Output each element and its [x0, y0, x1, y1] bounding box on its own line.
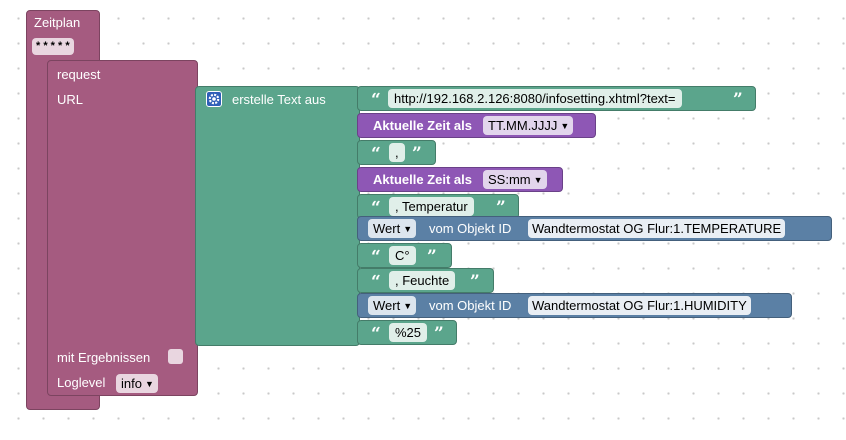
request-label: request [57, 67, 101, 82]
chevron-down-icon: ▼ [560, 121, 570, 131]
text-join-label: erstelle Text aus [232, 92, 326, 107]
open-quote-icon: “ [371, 90, 381, 110]
close-quote-icon: ” [427, 247, 437, 267]
object-humidity-value-dropdown[interactable]: Wert ▼ [368, 296, 417, 315]
results-checkbox[interactable] [168, 349, 183, 364]
time-date-label: Aktuelle Zeit als [373, 118, 472, 133]
schedule-cron-field[interactable]: * * * * * [32, 38, 74, 55]
chevron-down-icon: ▼ [533, 175, 543, 185]
chevron-down-icon: ▼ [403, 224, 413, 234]
object-temperature-label: vom Objekt ID [429, 221, 512, 236]
url-label: URL [57, 92, 84, 107]
open-quote-icon: “ [371, 198, 381, 218]
degree-text-field[interactable]: C° [389, 246, 416, 265]
results-label: mit Ergebnissen [57, 350, 151, 365]
object-temperature-value: Wert [373, 221, 401, 236]
chevron-down-icon: ▼ [144, 379, 154, 389]
close-quote-icon: ” [412, 144, 422, 164]
url-text-field[interactable]: http://192.168.2.126:8080/infosetting.xh… [388, 89, 682, 108]
open-quote-icon: “ [371, 272, 381, 292]
close-quote-icon: ” [470, 272, 480, 292]
time-clock-format-value: SS:mm [488, 172, 531, 187]
request-statement-gap [30, 398, 34, 402]
time-clock-label: Aktuelle Zeit als [373, 172, 472, 187]
loglevel-value: info [121, 376, 142, 391]
percent-text-field[interactable]: %25 [389, 323, 428, 342]
loglevel-dropdown[interactable]: info ▼ [116, 374, 158, 393]
open-quote-icon: “ [371, 144, 381, 164]
close-quote-icon: ” [733, 90, 743, 110]
open-quote-icon: “ [371, 324, 381, 344]
time-date-format-value: TT.MM.JJJJ [488, 118, 558, 133]
comma-text-field[interactable]: , [389, 143, 405, 162]
text-join-block[interactable] [195, 86, 360, 346]
object-temperature-id-field[interactable]: Wandtermostat OG Flur:1.TEMPERATURE [528, 219, 786, 238]
time-clock-format-dropdown[interactable]: SS:mm ▼ [483, 170, 547, 189]
gear-icon[interactable] [206, 91, 222, 107]
loglevel-label: Loglevel [57, 375, 106, 390]
object-humidity-value: Wert [373, 298, 401, 313]
object-humidity-id-field[interactable]: Wandtermostat OG Flur:1.HUMIDITY [528, 296, 751, 315]
request-block[interactable] [47, 60, 198, 396]
object-humidity-label: vom Objekt ID [429, 298, 512, 313]
temperature-text-field[interactable]: , Temperatur [389, 197, 474, 216]
chevron-down-icon: ▼ [403, 301, 413, 311]
time-date-format-dropdown[interactable]: TT.MM.JJJJ ▼ [483, 116, 574, 135]
schedule-label: Zeitplan [34, 15, 81, 30]
close-quote-icon: ” [434, 324, 444, 344]
open-quote-icon: “ [371, 247, 381, 267]
object-temperature-value-dropdown[interactable]: Wert ▼ [368, 219, 417, 238]
close-quote-icon: ” [496, 198, 506, 218]
humidity-text-field[interactable]: , Feuchte [389, 271, 456, 290]
